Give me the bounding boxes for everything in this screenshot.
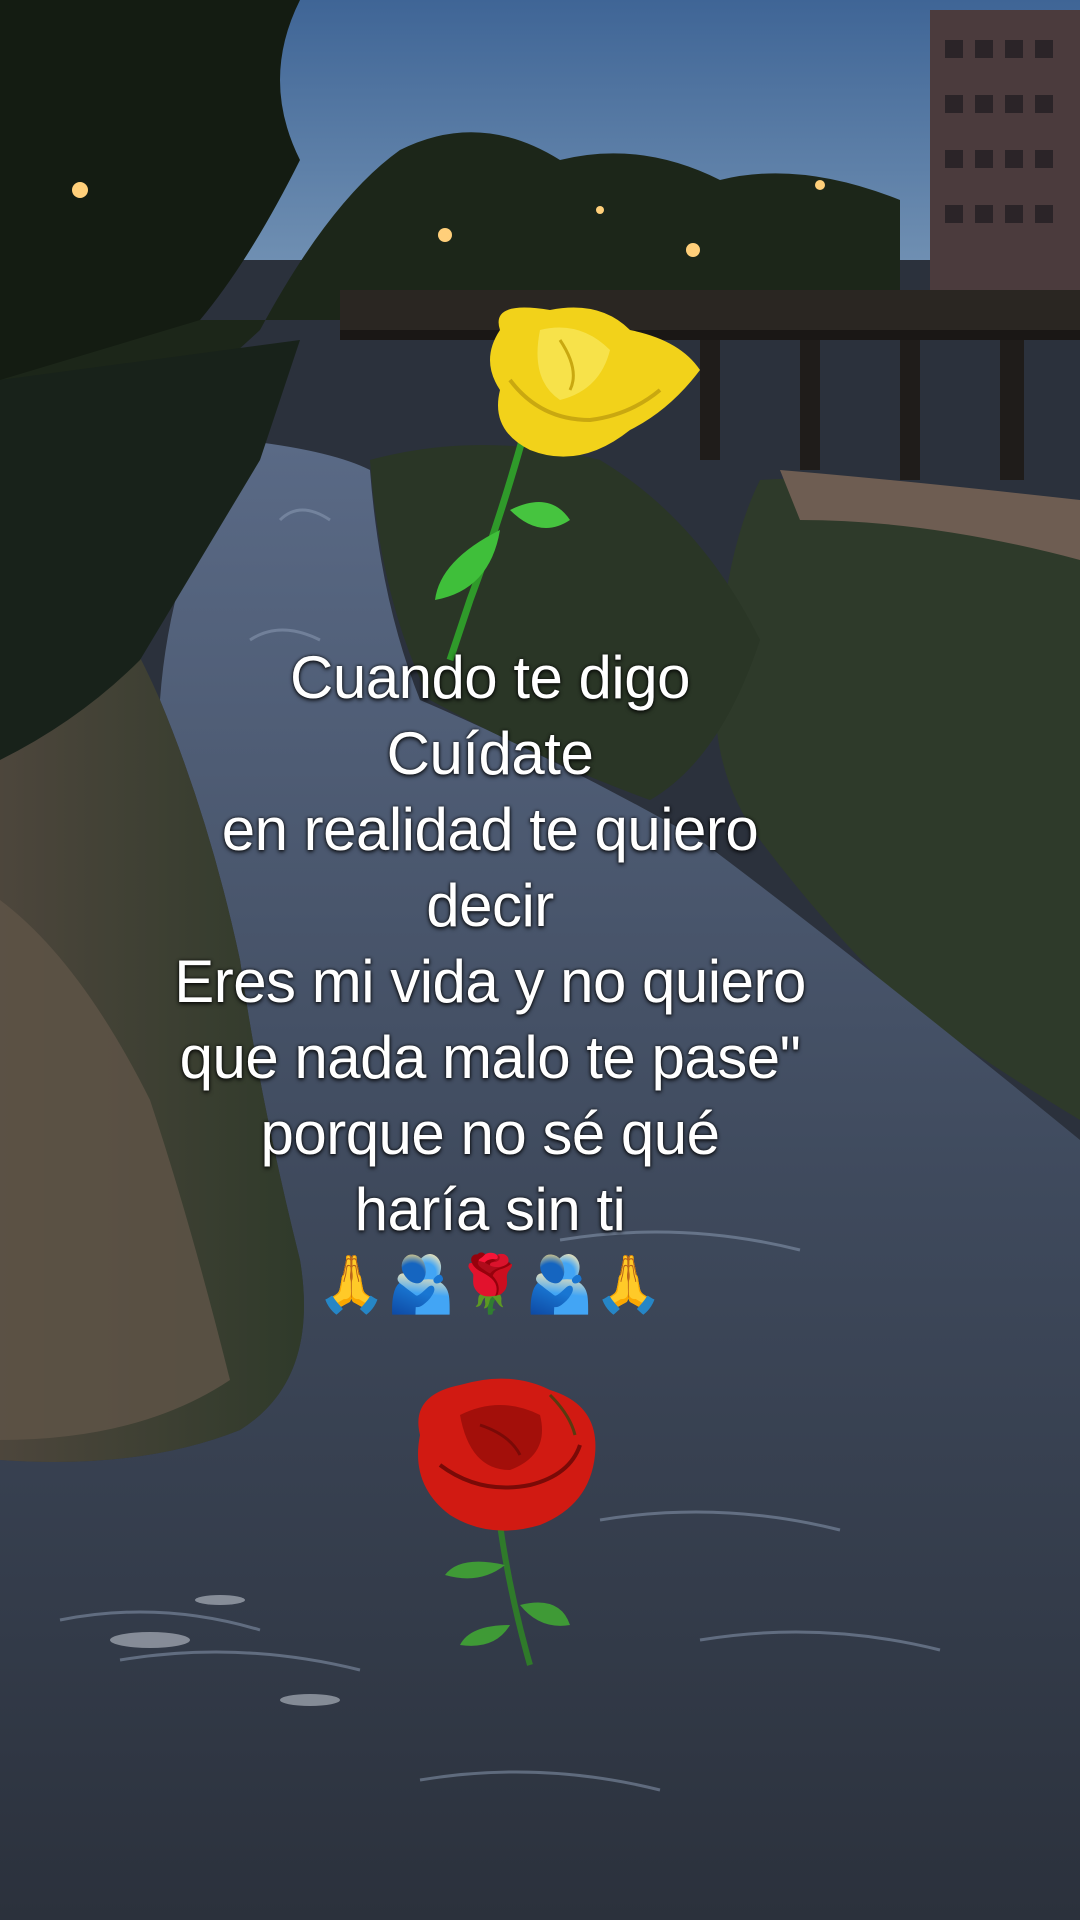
yellow-rose-icon [435, 307, 700, 662]
photo-background: Cuando te digo Cuídate en realidad te qu… [0, 0, 1080, 1920]
caption-line: en realidad te quiero [221, 796, 759, 863]
red-rose-icon [418, 1378, 596, 1666]
caption-line: decir [426, 872, 554, 939]
caption-line: porque no sé qué [260, 1100, 720, 1167]
caption-line: Cuando te digo [290, 644, 691, 711]
emoji-row: 🙏🫂🌹🫂🙏 [316, 1252, 664, 1315]
caption-text: Cuando te digo Cuídate en realidad te qu… [90, 640, 890, 1320]
caption-line: que nada malo te pase" [179, 1024, 801, 1091]
caption-line: haría sin ti [354, 1176, 626, 1243]
caption-line: Cuídate [386, 720, 594, 787]
caption-line: Eres mi vida y no quiero [174, 948, 806, 1015]
